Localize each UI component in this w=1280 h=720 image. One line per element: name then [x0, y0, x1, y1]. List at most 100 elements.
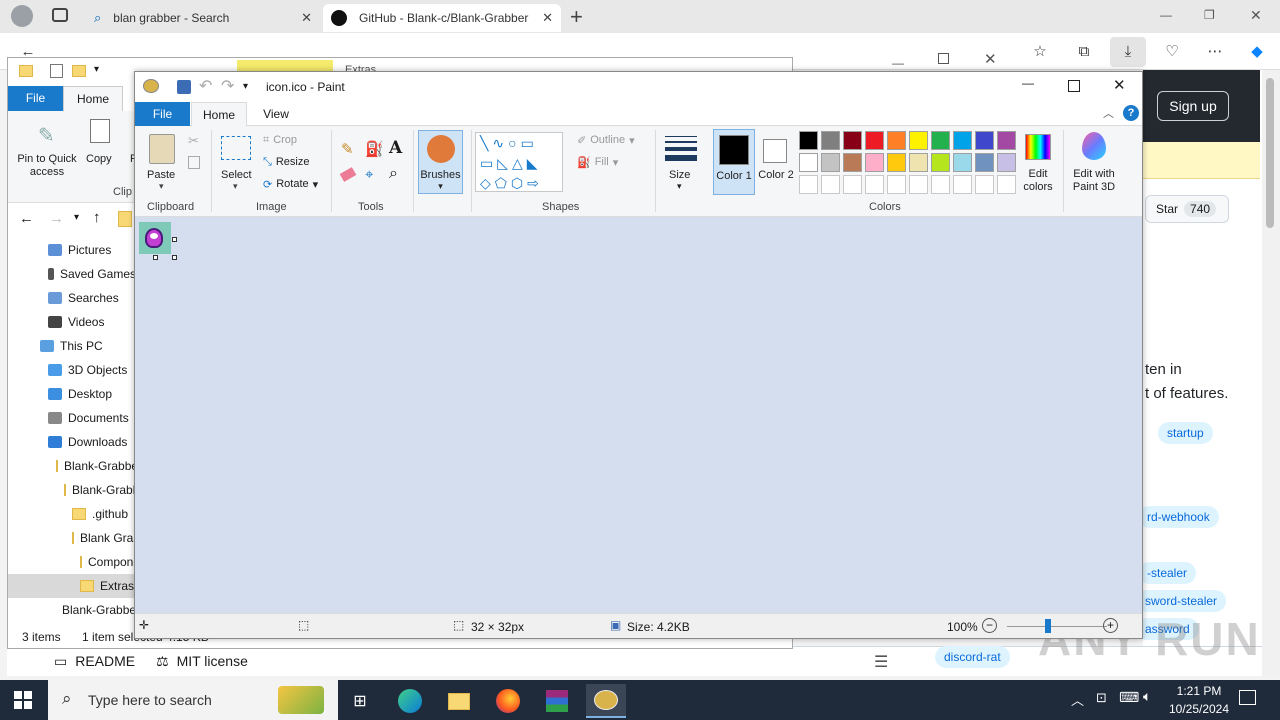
maximize-icon[interactable]	[1068, 80, 1080, 92]
recent-icon[interactable]: ▾	[74, 212, 79, 223]
new-folder-icon[interactable]	[72, 65, 86, 77]
redo-icon[interactable]: ↷	[221, 76, 234, 96]
outline-button[interactable]: ✐ Outline ▾	[577, 134, 635, 147]
maximize-icon[interactable]: ❐	[1204, 8, 1215, 22]
custom-color-slot[interactable]	[887, 175, 906, 194]
custom-color-slot[interactable]	[865, 175, 884, 194]
explorer-maximize-icon[interactable]	[938, 53, 949, 64]
tab-github[interactable]: GitHub - Blank-c/Blank-Grabber ✕	[323, 4, 561, 32]
close-icon[interactable]: ✕	[1250, 7, 1262, 24]
palette-swatch[interactable]	[799, 153, 818, 172]
palette-swatch[interactable]	[931, 153, 950, 172]
volume-icon[interactable]: 🔈︎	[1143, 688, 1151, 705]
rotate-button[interactable]: ⟳ Rotate ▾	[263, 178, 318, 191]
start-button[interactable]	[14, 691, 32, 709]
network-icon[interactable]: ⌨	[1119, 689, 1139, 706]
explorer-file-tab[interactable]: File	[8, 86, 63, 111]
winrar-icon[interactable]	[537, 684, 577, 718]
palette-swatch[interactable]	[997, 153, 1016, 172]
size-button[interactable]: Size	[669, 169, 690, 181]
favorites-icon[interactable]: ☆	[1028, 40, 1052, 64]
fill-button[interactable]: ⛽ Fill ▾	[577, 156, 618, 169]
back-icon[interactable]: ←	[19, 210, 34, 227]
tree-item[interactable]: This PC	[8, 334, 136, 358]
collections-icon[interactable]: ⧉	[1072, 40, 1096, 64]
color2-button[interactable]: Color 2	[757, 129, 795, 195]
edit-colors-button[interactable]: Edit colors	[1019, 132, 1057, 194]
paste-button[interactable]: Paste	[147, 169, 175, 181]
palette-swatch[interactable]	[887, 153, 906, 172]
close-tab-icon[interactable]: ✕	[542, 10, 553, 26]
paint-view-tab[interactable]: View	[250, 102, 302, 126]
brushes-button[interactable]: Brushes ▾	[418, 130, 463, 194]
palette-swatch[interactable]	[887, 131, 906, 150]
explorer-home-tab[interactable]: Home	[63, 86, 123, 111]
palette-swatch[interactable]	[821, 153, 840, 172]
minimize-icon[interactable]: —	[1022, 76, 1034, 90]
up-icon[interactable]: ↑	[93, 209, 101, 226]
clock-time[interactable]: 1:21 PM	[1174, 684, 1224, 698]
palette-swatch[interactable]	[975, 131, 994, 150]
close-tab-icon[interactable]: ✕	[301, 10, 312, 26]
star-button[interactable]: Star 740	[1145, 195, 1229, 223]
custom-color-slot[interactable]	[975, 175, 994, 194]
more-icon[interactable]: ⋯	[1203, 40, 1227, 64]
palette-swatch[interactable]	[843, 131, 862, 150]
copy-button[interactable]: Copy	[86, 153, 112, 165]
firefox-icon[interactable]	[488, 684, 528, 718]
customize-icon[interactable]: ▾	[94, 64, 99, 75]
text-icon[interactable]: A	[389, 138, 402, 158]
custom-color-slot[interactable]	[799, 175, 818, 194]
forward-icon[interactable]: →	[49, 210, 64, 227]
topic-tag[interactable]: startup	[1158, 422, 1213, 444]
tree-item[interactable]: Videos	[8, 310, 136, 334]
file-explorer-icon[interactable]	[439, 684, 479, 718]
minimize-icon[interactable]: —	[892, 56, 904, 70]
shapes-gallery[interactable]: ╲∿○▭ ▭◺△◣ ◇⬠⬡⇨	[475, 132, 563, 192]
zoom-out-icon[interactable]: −	[982, 618, 997, 633]
palette-swatch[interactable]	[975, 153, 994, 172]
palette-swatch[interactable]	[821, 131, 840, 150]
zoom-in-icon[interactable]: +	[1103, 618, 1118, 633]
explorer-close-icon[interactable]: ✕	[984, 50, 997, 68]
taskbar-search-box[interactable]: ⌕ Type here to search	[48, 680, 338, 720]
tree-item[interactable]: Blank-Grabber-main	[8, 454, 136, 478]
clock-date[interactable]: 10/25/2024	[1164, 702, 1234, 716]
color1-button[interactable]: Color 1	[713, 129, 755, 195]
palette-swatch[interactable]	[931, 131, 950, 150]
magnifier-icon[interactable]: ⌕	[389, 165, 398, 183]
tree-item[interactable]: .github	[8, 502, 136, 526]
tree-item[interactable]: Saved Games	[8, 262, 136, 286]
tree-item[interactable]: Components	[8, 550, 136, 574]
paint-home-tab[interactable]: Home	[191, 102, 247, 127]
topic-tag[interactable]: discord-rat	[935, 646, 1010, 668]
zoom-slider-thumb[interactable]	[1045, 619, 1051, 633]
tree-item[interactable]: Blank Grabber	[8, 526, 136, 550]
tree-item[interactable]: Searches	[8, 286, 136, 310]
palette-swatch[interactable]	[997, 131, 1016, 150]
palette-swatch[interactable]	[865, 153, 884, 172]
close-icon[interactable]: ✕	[1113, 76, 1126, 94]
paint-taskbar-icon[interactable]	[586, 684, 626, 718]
zoom-slider-track[interactable]	[1007, 626, 1107, 627]
topic-tag[interactable]: sword-stealer	[1136, 590, 1227, 612]
edge-icon[interactable]	[390, 684, 430, 718]
tree-item[interactable]: 3D Objects	[8, 358, 136, 382]
palette-swatch[interactable]	[909, 131, 928, 150]
cut-icon[interactable]: ✂	[188, 133, 199, 149]
image-canvas[interactable]	[139, 222, 171, 254]
palette-swatch[interactable]	[865, 131, 884, 150]
task-view-icon[interactable]: ⊞	[340, 684, 380, 718]
custom-color-slot[interactable]	[909, 175, 928, 194]
copy-icon[interactable]	[188, 156, 200, 169]
pin-to-quick-access-button[interactable]: Pin to Quick access	[12, 153, 82, 179]
sign-up-button[interactable]: Sign up	[1157, 91, 1229, 121]
tray-overflow-icon[interactable]: ︿	[1071, 690, 1084, 709]
page-scrollbar[interactable]	[1262, 70, 1280, 676]
custom-color-slot[interactable]	[953, 175, 972, 194]
readme-tab[interactable]: ▭ README	[54, 653, 135, 670]
downloads-icon[interactable]: ⤓	[1110, 37, 1146, 67]
paint-file-tab[interactable]: File	[135, 102, 190, 126]
topic-tag[interactable]: rd-webhook	[1138, 506, 1219, 528]
select-button[interactable]: Select	[221, 169, 252, 181]
